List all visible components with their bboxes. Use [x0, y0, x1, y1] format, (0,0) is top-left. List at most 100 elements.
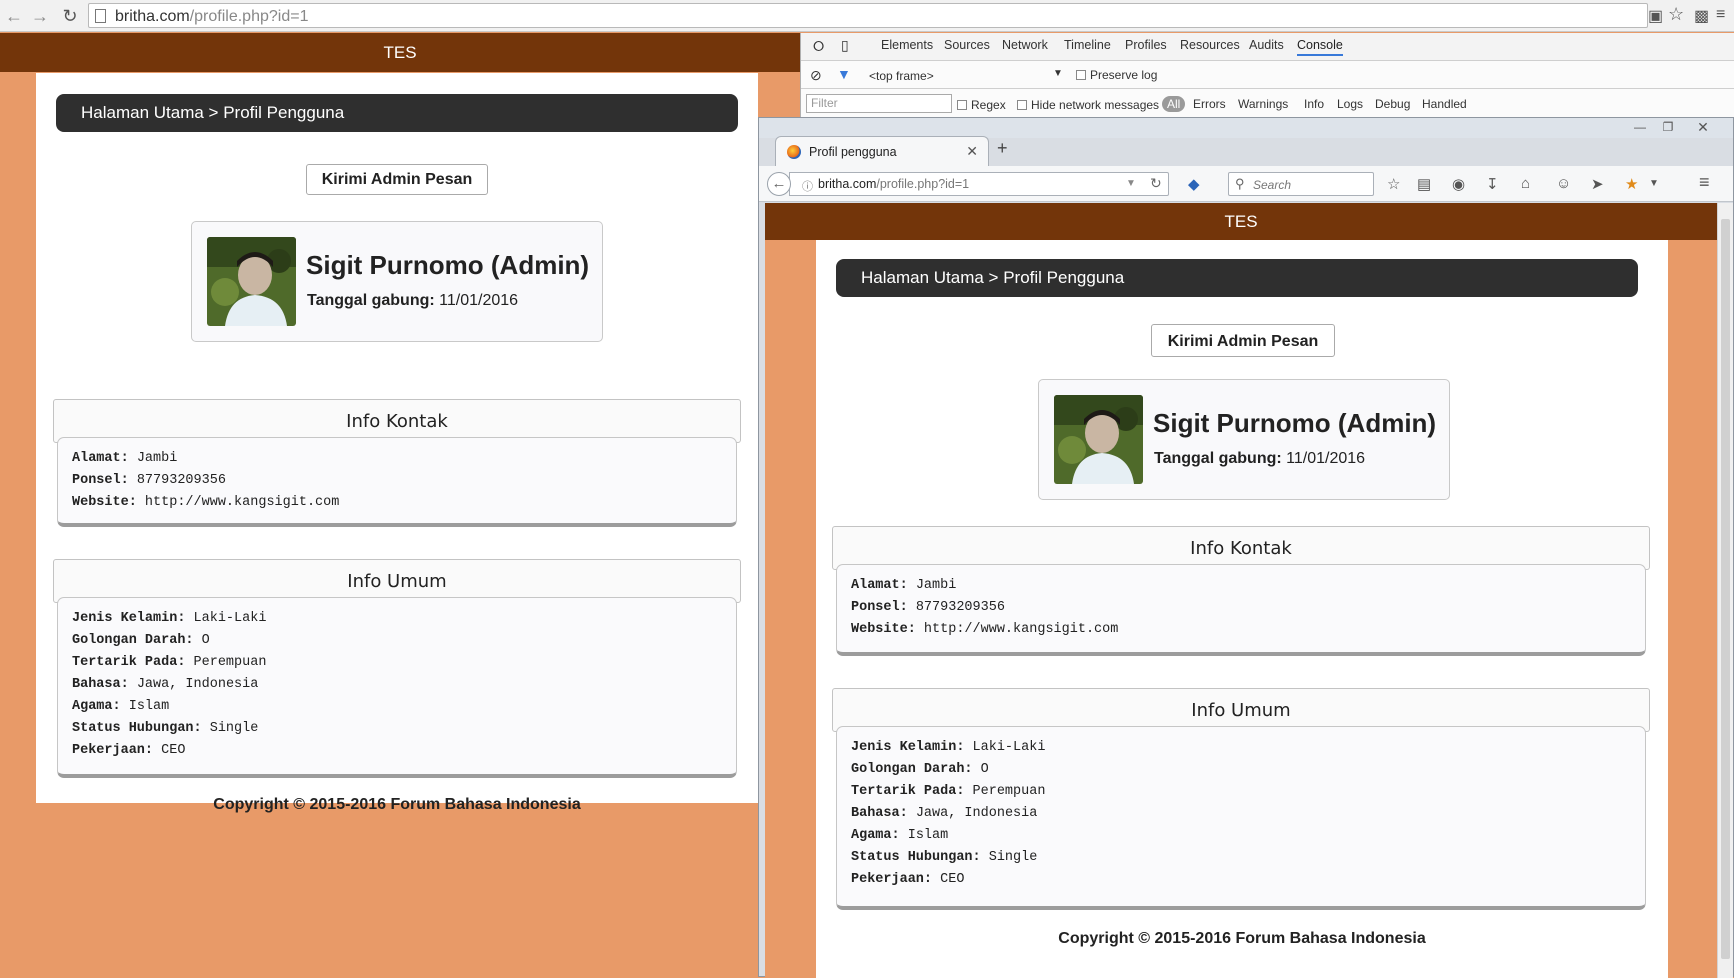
- translate-icon[interactable]: ▣: [1648, 6, 1663, 26]
- firefox-search-box[interactable]: ⚲ Search: [1228, 172, 1374, 196]
- level-handled[interactable]: Handled: [1422, 97, 1467, 111]
- devtools-tab-sources[interactable]: Sources: [944, 38, 990, 52]
- new-tab-icon[interactable]: +: [997, 138, 1008, 159]
- level-errors[interactable]: Errors: [1193, 97, 1226, 111]
- reload-icon[interactable]: ↻: [60, 6, 80, 26]
- contact-row-website: Website: http://www.kangsigit.com: [72, 495, 340, 510]
- join-date: Tanggal gabung: 11/01/2016: [307, 292, 519, 309]
- bookmark-star-icon[interactable]: ☆: [1387, 175, 1400, 193]
- chat-icon[interactable]: ☺: [1556, 175, 1571, 192]
- general-row-gender: Jenis Kelamin: Laki-Laki: [851, 740, 1046, 755]
- contact-row-website: Website: http://www.kangsigit.com: [851, 622, 1119, 637]
- extension-dropdown-icon[interactable]: ▼: [1649, 178, 1659, 189]
- back-arrow-icon[interactable]: ←: [4, 6, 24, 26]
- breadcrumb[interactable]: Halaman Utama > Profil Pengguna: [56, 94, 738, 132]
- send-icon[interactable]: ➤: [1591, 175, 1604, 193]
- copyright: Copyright © 2015-2016 Forum Bahasa Indon…: [1058, 930, 1426, 947]
- site-info-icon[interactable]: ⓘ: [802, 178, 813, 194]
- devtools-tab-profiles[interactable]: Profiles: [1125, 38, 1167, 52]
- search-icon: ⚲: [1235, 176, 1245, 191]
- address-url: britha.com/profile.php?id=1: [115, 8, 309, 25]
- contact-info-section: Info Kontak Alamat: Jambi Ponsel: 877932…: [832, 526, 1650, 656]
- devtools-tab-console[interactable]: Console: [1297, 38, 1343, 56]
- minimize-icon[interactable]: —: [1629, 120, 1651, 134]
- filter-icon[interactable]: ▼: [837, 66, 851, 82]
- level-debug[interactable]: Debug: [1375, 97, 1410, 111]
- forward-arrow-icon[interactable]: →: [30, 6, 50, 26]
- home-icon[interactable]: ⌂: [1521, 175, 1530, 192]
- console-toolbar: ⊘ ▼ <top frame> ▼ Preserve log: [801, 61, 1734, 89]
- devtools-tab-timeline[interactable]: Timeline: [1064, 38, 1111, 52]
- devtools-tab-audits[interactable]: Audits: [1249, 38, 1284, 52]
- scrollbar-thumb[interactable]: [1721, 219, 1730, 959]
- devtools-tab-resources[interactable]: Resources: [1180, 38, 1240, 52]
- join-date: Tanggal gabung: 11/01/2016: [1154, 450, 1366, 467]
- reload-icon[interactable]: ↻: [1150, 175, 1162, 192]
- vertical-scrollbar[interactable]: [1717, 203, 1733, 978]
- page-icon: [95, 9, 106, 23]
- close-window-icon[interactable]: ✕: [1692, 120, 1714, 134]
- firefox-page-viewport: TES Halaman Utama > Profil Pengguna Kiri…: [765, 203, 1717, 978]
- contact-row-address: Alamat: Jambi: [851, 578, 957, 593]
- level-logs[interactable]: Logs: [1337, 97, 1363, 111]
- level-all-button[interactable]: All: [1162, 96, 1186, 112]
- pocket-icon[interactable]: ◉: [1452, 175, 1465, 193]
- message-admin-button[interactable]: Kirimi Admin Pesan: [306, 164, 488, 195]
- content-panel: Halaman Utama > Profil Pengguna Kirimi A…: [36, 73, 758, 813]
- general-row-language: Bahasa: Jawa, Indonesia: [851, 806, 1038, 821]
- url-dropdown-icon[interactable]: ▼: [1126, 178, 1136, 189]
- hide-network-checkbox[interactable]: Hide network messages: [1017, 98, 1159, 112]
- menu-icon[interactable]: ≡: [1716, 6, 1725, 24]
- clear-console-icon[interactable]: ⊘: [810, 67, 822, 84]
- firefox-toolbar: ⓘ britha.com/profile.php?id=1 ▼ ↻ ← ◆ ⚲ …: [759, 166, 1733, 202]
- regex-checkbox[interactable]: Regex: [957, 98, 1006, 112]
- general-info-box: Jenis Kelamin: Laki-Laki Golongan Darah:…: [57, 597, 737, 778]
- contact-row-phone: Ponsel: 87793209356: [72, 473, 226, 488]
- contact-row-address: Alamat: Jambi: [72, 451, 178, 466]
- frame-select[interactable]: <top frame>: [869, 69, 934, 83]
- inspect-element-icon[interactable]: ⭘: [813, 38, 824, 55]
- device-mode-icon[interactable]: ▯: [841, 37, 849, 54]
- profile-name: Sigit Purnomo (Admin): [1153, 408, 1437, 438]
- firefox-tab-title: Profil pengguna: [809, 145, 897, 159]
- general-row-occupation: Pekerjaan: CEO: [851, 872, 965, 887]
- restore-icon[interactable]: ❐: [1657, 120, 1679, 134]
- general-row-interest: Tertarik Pada: Perempuan: [851, 784, 1046, 799]
- firefox-url: britha.com/profile.php?id=1: [818, 177, 970, 191]
- site-header: TES: [0, 33, 800, 72]
- firefox-tab[interactable]: Profil pengguna ✕: [775, 136, 989, 166]
- level-warnings[interactable]: Warnings: [1238, 97, 1288, 111]
- copyright: Copyright © 2015-2016 Forum Bahasa Indon…: [213, 796, 581, 813]
- reading-list-icon[interactable]: ▤: [1417, 175, 1431, 193]
- profile-card: Sigit Purnomo (Admin) Tanggal gabung: 11…: [191, 221, 603, 342]
- devtools-tabbar: ⭘ ▯ Elements Sources Network Timeline Pr…: [801, 33, 1734, 61]
- hamburger-menu-icon[interactable]: ≡: [1699, 172, 1710, 193]
- message-admin-button[interactable]: Kirimi Admin Pesan: [1151, 324, 1335, 357]
- frame-dropdown-icon[interactable]: ▼: [1053, 68, 1063, 79]
- general-row-blood: Golongan Darah: O: [72, 633, 210, 648]
- devtools-tab-network[interactable]: Network: [1002, 38, 1048, 52]
- profile-card: Sigit Purnomo (Admin) Tanggal gabung: 11…: [1038, 379, 1450, 500]
- general-row-religion: Agama: Islam: [851, 828, 949, 843]
- close-tab-icon[interactable]: ✕: [966, 143, 978, 160]
- general-row-language: Bahasa: Jawa, Indonesia: [72, 677, 259, 692]
- breadcrumb[interactable]: Halaman Utama > Profil Pengguna: [836, 259, 1638, 297]
- address-bar[interactable]: britha.com/profile.php?id=1: [88, 3, 1648, 28]
- general-row-occupation: Pekerjaan: CEO: [72, 743, 186, 758]
- level-info[interactable]: Info: [1304, 97, 1324, 111]
- content-panel: Halaman Utama > Profil Pengguna Kirimi A…: [816, 240, 1668, 978]
- devtools-tab-elements[interactable]: Elements: [881, 38, 933, 52]
- downloads-icon[interactable]: ↧: [1486, 175, 1499, 193]
- back-icon[interactable]: ←: [767, 172, 791, 196]
- console-filter-input[interactable]: Filter: [806, 94, 952, 113]
- firefox-url-bar[interactable]: ⓘ britha.com/profile.php?id=1 ▼ ↻: [789, 172, 1169, 196]
- bookmark-star-icon[interactable]: ☆: [1668, 4, 1684, 25]
- addon-icon[interactable]: ◆: [1188, 175, 1200, 193]
- general-row-religion: Agama: Islam: [72, 699, 170, 714]
- extension-icon[interactable]: ★: [1625, 175, 1638, 193]
- preserve-log-checkbox[interactable]: Preserve log: [1076, 68, 1157, 82]
- chrome-page-viewport: TES Halaman Utama > Profil Pengguna Kiri…: [0, 33, 800, 977]
- cast-icon[interactable]: ▩: [1694, 6, 1709, 26]
- chrome-toolbar: ← → ↻ britha.com/profile.php?id=1 ▣ ☆ ▩ …: [0, 0, 1734, 32]
- general-row-interest: Tertarik Pada: Perempuan: [72, 655, 267, 670]
